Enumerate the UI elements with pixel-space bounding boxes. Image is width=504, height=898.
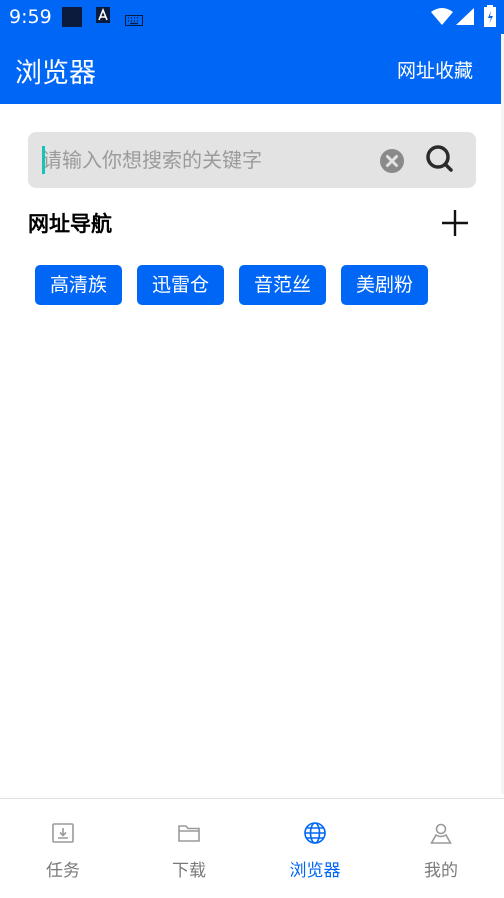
signal-icon bbox=[456, 8, 474, 29]
bottom-nav: 任务 下载 浏览器 我的 bbox=[0, 798, 504, 898]
site-chip-list: 高清族 迅雷仓 音范丝 美剧粉 bbox=[35, 265, 429, 305]
user-icon bbox=[429, 821, 453, 849]
nav-item-profile[interactable]: 我的 bbox=[378, 799, 504, 898]
keyboard-icon bbox=[125, 11, 143, 30]
search-input[interactable] bbox=[42, 140, 372, 180]
nav-label: 下载 bbox=[172, 861, 206, 881]
page-title: 浏览器 bbox=[15, 58, 96, 89]
search-icon[interactable] bbox=[425, 144, 457, 180]
globe-icon bbox=[303, 821, 327, 849]
download-tray-icon bbox=[51, 821, 75, 849]
text-caret bbox=[42, 146, 45, 174]
nav-label: 任务 bbox=[46, 861, 80, 881]
app-bar: 浏览器 网址收藏 bbox=[0, 34, 504, 104]
add-icon[interactable] bbox=[440, 208, 470, 242]
site-chip[interactable]: 迅雷仓 bbox=[137, 265, 225, 305]
nav-item-tasks[interactable]: 任务 bbox=[0, 799, 126, 898]
battery-icon bbox=[484, 5, 496, 31]
search-box bbox=[28, 132, 476, 188]
a-badge-icon bbox=[96, 7, 110, 27]
site-chip[interactable]: 高清族 bbox=[35, 265, 123, 305]
app-square-icon bbox=[62, 7, 82, 31]
nav-item-browser[interactable]: 浏览器 bbox=[252, 799, 378, 898]
status-bar: 9:59 bbox=[0, 0, 504, 34]
nav-item-downloads[interactable]: 下载 bbox=[126, 799, 252, 898]
folder-icon bbox=[177, 821, 201, 849]
site-chip[interactable]: 音范丝 bbox=[239, 265, 327, 305]
nav-label: 浏览器 bbox=[289, 861, 341, 881]
section-title: 网址导航 bbox=[28, 212, 112, 236]
site-chip[interactable]: 美剧粉 bbox=[341, 265, 429, 305]
bookmarks-button[interactable]: 网址收藏 bbox=[397, 56, 473, 83]
nav-label: 我的 bbox=[424, 861, 458, 881]
status-time: 9:59 bbox=[9, 6, 52, 28]
wifi-icon bbox=[431, 8, 453, 29]
clear-icon[interactable] bbox=[379, 148, 405, 178]
